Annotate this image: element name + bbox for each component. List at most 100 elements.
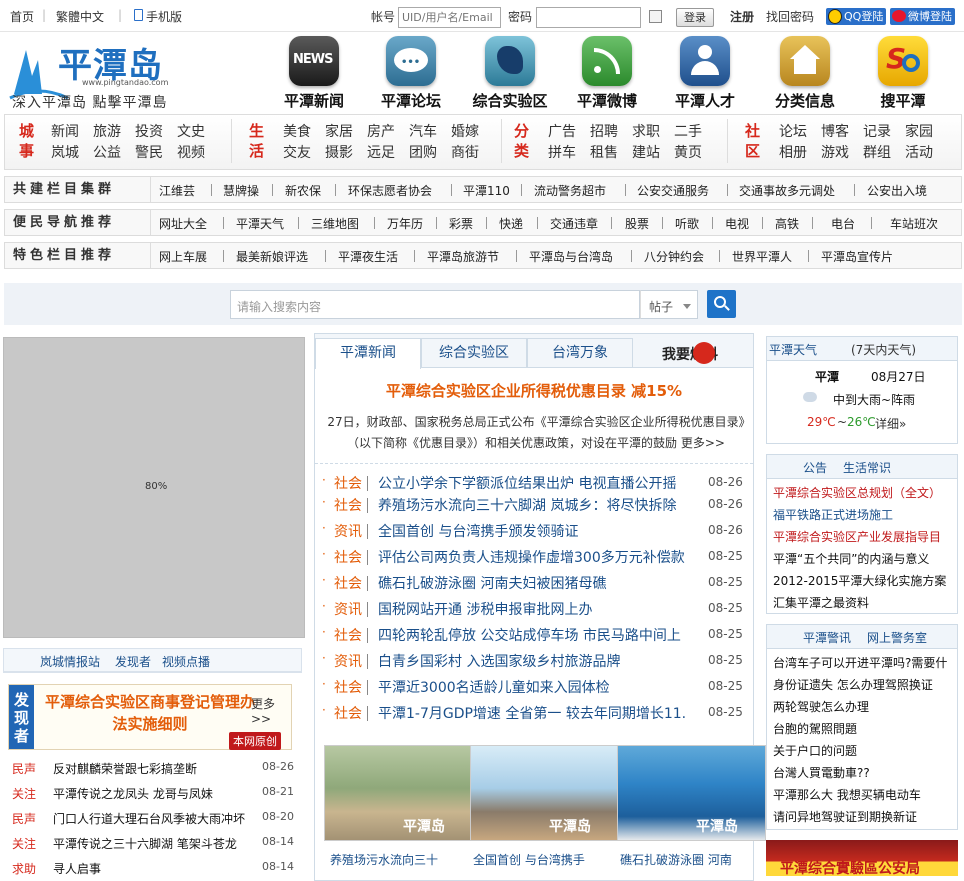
police-item[interactable]: 身份证遗失 怎么办理驾照换证	[773, 676, 933, 693]
news-photo-cycling[interactable]: 平潭岛	[470, 745, 619, 841]
tab-police-news[interactable]: 平潭警讯	[803, 629, 851, 646]
category-item[interactable]: 摄影	[325, 142, 353, 162]
category-item[interactable]: 新闻	[51, 121, 79, 141]
weather-detail-link[interactable]: 详细»	[875, 415, 906, 432]
row-link[interactable]: 平潭岛旅游节	[427, 248, 499, 265]
category-item[interactable]: 房产	[367, 121, 395, 141]
category-item[interactable]: 岚城	[51, 142, 79, 162]
category-item[interactable]: 求职	[632, 121, 660, 141]
list-item[interactable]: 民声 反对麒麟荣誉跟七彩搞垄断 08-26	[12, 760, 294, 780]
nav-forum[interactable]: ••• 平潭论坛	[363, 36, 459, 111]
category-item[interactable]: 婚嫁	[451, 121, 479, 141]
row-link[interactable]: 车站班次	[890, 215, 938, 232]
remember-checkbox[interactable]	[649, 10, 662, 23]
home-link[interactable]: 首页	[10, 8, 34, 25]
list-item[interactable]: 民声 门口人行道大理石台风季被大雨冲坏 08-20	[12, 810, 294, 830]
row-link[interactable]: 新农保	[285, 182, 321, 199]
police-item[interactable]: 台胞的駕照問題	[773, 720, 857, 737]
row-link[interactable]: 公安交通服务	[637, 182, 709, 199]
discoverer-banner[interactable]: 发现者 平潭综合实验区商事登记管理办法实施细则 更多>> 本网原创	[8, 684, 292, 750]
category-item[interactable]: 相册	[779, 142, 807, 162]
login-button[interactable]: 登录	[676, 8, 714, 27]
category-item[interactable]: 文史	[177, 121, 205, 141]
notice-item[interactable]: 汇集平潭之最资料	[773, 594, 869, 611]
category-item[interactable]: 论坛	[779, 121, 807, 141]
category-item[interactable]: 汽车	[409, 121, 437, 141]
row-link[interactable]: 平潭天气	[236, 215, 284, 232]
row-link[interactable]: 平潭夜生活	[338, 248, 398, 265]
row-link[interactable]: 网上车展	[159, 248, 207, 265]
police-item[interactable]: 台灣人買電動車??	[773, 764, 870, 781]
category-item[interactable]: 视频	[177, 142, 205, 162]
nav-pingtan-news[interactable]: NEWS 平潭新闻	[266, 36, 362, 111]
tab-notice[interactable]: 公告	[803, 459, 827, 476]
category-item[interactable]: 警民	[135, 142, 163, 162]
row-link[interactable]: 网址大全	[159, 215, 207, 232]
news-row[interactable]: · 资讯 国税网站开通 涉税申报审批网上办 08-25	[322, 599, 747, 621]
category-item[interactable]: 美食	[283, 121, 311, 141]
category-item[interactable]: 家园	[905, 121, 933, 141]
qq-login-button[interactable]: QQ登陆	[826, 8, 887, 25]
tab-video[interactable]: 视频点播	[162, 653, 210, 670]
row-link[interactable]: 流动警务超市	[534, 182, 606, 199]
news-row[interactable]: · 社会 养殖场污水流向三十六脚湖 岚城乡：将尽快拆除 08-26	[322, 495, 747, 517]
news-row[interactable]: · 社会 平潭近3000名适龄儿童如来入园体检 08-25	[322, 677, 747, 699]
police-item[interactable]: 两轮驾驶怎么办理	[773, 698, 869, 715]
photo-caption[interactable]: 全国首创 与台湾携手	[473, 851, 585, 868]
account-input[interactable]	[398, 7, 501, 28]
news-row[interactable]: · 社会 四轮两轮乱停放 公交站成停车场 市民马路中间上 08-25	[322, 625, 747, 647]
tab-pingtan-news[interactable]: 平潭新闻	[315, 338, 421, 369]
police-item[interactable]: 台湾车子可以开进平潭吗?需要什	[773, 654, 947, 671]
notice-item[interactable]: 福平铁路正式进场施工	[773, 506, 893, 523]
police-ad-banner[interactable]: 平潭综合實驗區公安局	[766, 840, 958, 876]
search-button[interactable]	[707, 290, 736, 318]
row-link[interactable]: 高铁	[775, 215, 799, 232]
row-link[interactable]: 三维地图	[311, 215, 359, 232]
row-link[interactable]: 公安出入境	[867, 182, 927, 199]
nav-weibo[interactable]: 平潭微博	[559, 36, 655, 111]
notice-item[interactable]: 平潭“五个共同”的内涵与意义	[773, 550, 929, 567]
category-item[interactable]: 记录	[863, 121, 891, 141]
password-input[interactable]	[536, 7, 641, 28]
search-scope-select[interactable]: 帖子	[640, 290, 698, 319]
news-photo-pollution[interactable]: 平潭岛	[324, 745, 473, 841]
police-item[interactable]: 请问异地驾驶证到期换新证	[773, 808, 917, 825]
notice-item[interactable]: 2012-2015平潭大绿化实施方案	[773, 572, 946, 589]
category-item[interactable]: 商街	[451, 142, 479, 162]
list-item[interactable]: 关注 平潭传说之三十六脚湖 笔架斗苍龙 08-14	[12, 835, 294, 855]
category-item[interactable]: 游戏	[821, 142, 849, 162]
notice-item[interactable]: 平潭综合实验区产业发展指导目	[773, 528, 941, 545]
category-item[interactable]: 交友	[283, 142, 311, 162]
headline[interactable]: 平潭综合实验区企业所得税优惠目录 减15%	[315, 380, 753, 401]
row-link[interactable]: 交通事故多元调处	[739, 182, 835, 199]
news-row[interactable]: · 社会 公立小学余下学额派位结果出炉 电视直播公开摇 08-26	[322, 473, 747, 495]
news-row[interactable]: · 资讯 白青乡国彩村 入选国家级乡村旅游品牌 08-25	[322, 651, 747, 673]
weather-title[interactable]: 平潭天气	[769, 341, 817, 358]
row-link[interactable]: 电视	[725, 215, 749, 232]
photo-caption[interactable]: 礁石扎破游泳圈 河南	[620, 851, 732, 868]
tab-taiwan[interactable]: 台湾万象	[527, 338, 633, 368]
notice-item[interactable]: 平潭综合实验区总规划（全文）	[773, 484, 941, 501]
row-link[interactable]: 股票	[625, 215, 649, 232]
news-row[interactable]: · 社会 礁石扎破游泳圈 河南夫妇被困猪母礁 08-25	[322, 573, 747, 595]
list-item[interactable]: 关注 平潭传说之龙凤头 龙哥与凤妹 08-21	[12, 785, 294, 805]
news-row[interactable]: · 社会 平潭1-7月GDP增速 全省第一 较去年同期增长11. 08-25	[322, 703, 747, 725]
register-link[interactable]: 注册	[730, 8, 754, 25]
photo-caption[interactable]: 养殖场污水流向三十	[330, 851, 438, 868]
tab-intel[interactable]: 岚城情报站	[40, 653, 100, 670]
category-item[interactable]: 拼车	[548, 142, 576, 162]
tab-life-tips[interactable]: 生活常识	[843, 459, 891, 476]
row-link[interactable]: 平潭岛与台湾岛	[529, 248, 613, 265]
row-link[interactable]: 交通违章	[550, 215, 598, 232]
police-item[interactable]: 关于户口的问题	[773, 742, 857, 759]
category-item[interactable]: 远足	[367, 142, 395, 162]
traditional-chinese-link[interactable]: 繁體中文	[56, 8, 104, 25]
category-item[interactable]: 旅游	[93, 121, 121, 141]
row-link[interactable]: 慧牌操	[223, 182, 259, 199]
mobile-link[interactable]: 手机版	[146, 8, 182, 25]
row-link[interactable]: 电台	[831, 215, 855, 232]
row-link[interactable]: 平潭110	[463, 182, 510, 199]
news-row[interactable]: · 资讯 全国首创 与台湾携手颁发领骑证 08-26	[322, 521, 747, 543]
nav-classifieds[interactable]: 分类信息	[757, 36, 853, 111]
nav-talent[interactable]: 平潭人才	[657, 36, 753, 111]
